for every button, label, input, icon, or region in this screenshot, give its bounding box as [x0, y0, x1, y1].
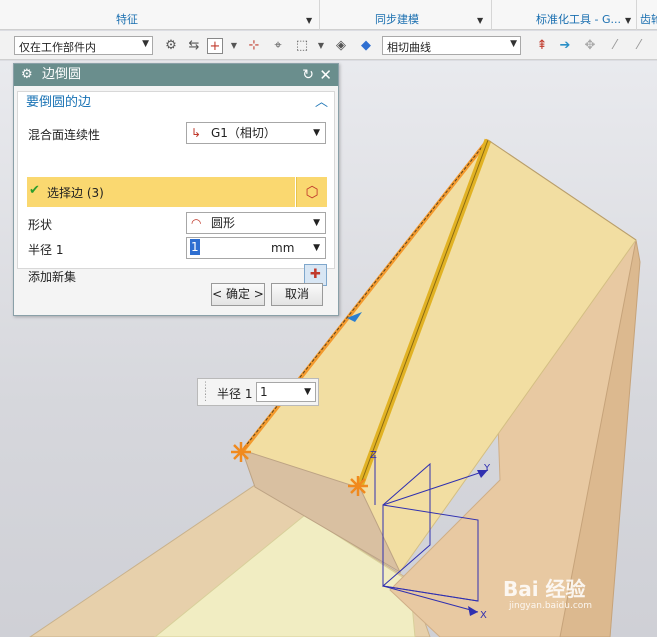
chevron-down-icon[interactable]: ▼ [304, 383, 311, 401]
baidu-watermark: Bai 经验 [503, 577, 586, 601]
axis-y-label: Y [483, 463, 491, 474]
axis-x-label: X [480, 610, 487, 621]
select-edge-button[interactable]: ⬡ [296, 177, 327, 207]
continuity-label: 混合面连续性 [28, 128, 101, 142]
edge-blend-dialog: ⚙ 边倒圆 ↻ ✕ 要倒圆的边 ︿ 混合面连续性 ↳ G1（相切） ▼ ✔ 选择… [13, 63, 339, 316]
chevron-up-icon[interactable]: ︿ [315, 92, 328, 114]
dialog-title-bar[interactable]: ⚙ 边倒圆 ↻ ✕ [14, 64, 338, 86]
ribbon-group-label: 齿轮 [640, 13, 657, 26]
ribbon-group-features[interactable]: 特征 ▼ [0, 0, 320, 30]
chevron-down-icon: ▼ [313, 218, 320, 228]
select-edge-label: 选择边 (3) [47, 186, 104, 200]
selection-toolbar: 仅在工作部件内 ▼ ⚙ ⇆ + ▼ ⊹ ⌖ ⬚ ▼ ◈ ◆ 相切曲线 ▼ ⇞ ➔… [0, 31, 657, 60]
point-on-curve-icon[interactable]: ⊹ [246, 38, 262, 54]
follow-fillet-icon[interactable]: ➔ [557, 38, 573, 54]
circular-shape-icon: ◠ [191, 216, 202, 230]
tangent-continuity-icon: ↳ [191, 126, 202, 140]
selection-scope-value: 仅在工作部件内 [19, 41, 96, 54]
radius-value: 1 [190, 239, 200, 255]
baidu-watermark-url: jingyan.baidu.com [509, 601, 593, 611]
shape-value: 圆形 [211, 216, 236, 230]
curve-rule-value: 相切曲线 [387, 41, 431, 54]
continuity-value: G1（相切） [211, 126, 276, 140]
reset-icon[interactable]: ↻ [302, 64, 314, 86]
float-radius-value: 1 [260, 385, 268, 399]
chevron-down-icon: ▼ [313, 128, 320, 138]
selection-scope-dropdown[interactable]: 仅在工作部件内 ▼ [14, 36, 153, 55]
chevron-down-icon[interactable]: ▼ [226, 38, 242, 54]
floating-radius-input: ⋮ ⋮ ⋮ 半径 1 1 ▼ [197, 378, 319, 406]
chevron-down-icon[interactable]: ▼ [313, 38, 329, 54]
shape-label: 形状 [28, 218, 53, 232]
cancel-button[interactable]: 取消 [271, 283, 323, 306]
shape-dropdown[interactable]: ◠ 圆形 ▼ [186, 212, 326, 234]
ribbon-group-label: 特征 [116, 13, 138, 26]
ribbon-group-standard-tools[interactable]: 标准化工具 - G... ▼ [492, 0, 637, 30]
ok-button[interactable]: < 确定 > [211, 283, 265, 306]
curve-rule-dropdown[interactable]: 相切曲线 ▼ [382, 36, 521, 55]
chevron-down-icon: ▼ [510, 39, 517, 49]
add-set-icon: ✚ [310, 267, 321, 282]
ribbon-group-label: 标准化工具 - G... [536, 13, 621, 26]
snap-icon[interactable]: ⇆ [186, 38, 202, 54]
axis-z-label: Z [370, 450, 377, 461]
ribbon-group-bar: 特征 ▼ 同步建模 ▼ 标准化工具 - G... ▼ 齿轮 [0, 0, 657, 30]
chevron-down-icon[interactable]: ▼ [313, 238, 320, 258]
drag-handle-icon[interactable]: ⋮ ⋮ ⋮ [201, 382, 210, 403]
edge-marker-asterisk [348, 476, 368, 496]
radius-unit: mm [271, 241, 295, 255]
continuity-dropdown[interactable]: ↳ G1（相切） ▼ [186, 122, 326, 144]
feature-curves-icon[interactable]: ✥ [582, 38, 598, 54]
section-title: 要倒圆的边 [26, 95, 92, 110]
gear-icon[interactable]: ⚙ [21, 64, 33, 86]
cube-icon[interactable]: ◆ [358, 38, 374, 54]
ribbon-group-sync-modeling[interactable]: 同步建模 ▼ [320, 0, 492, 30]
dialog-title: 边倒圆 [42, 67, 82, 82]
stop-at-intersection-icon[interactable]: ⇞ [534, 38, 550, 54]
chevron-down-icon[interactable]: ▼ [306, 16, 312, 25]
chevron-down-icon: ▼ [142, 39, 149, 49]
select-edge-row[interactable]: ✔ 选择边 (3) [27, 177, 295, 207]
radius-label: 半径 1 [28, 243, 64, 257]
ribbon-group-label: 同步建模 [375, 13, 419, 26]
checkmark-icon: ✔ [29, 183, 40, 198]
feature-point-icon[interactable]: + [207, 38, 223, 54]
radius-input[interactable]: 1 mm ▼ [186, 237, 326, 259]
close-icon[interactable]: ✕ [319, 64, 332, 86]
edge-marker-asterisk [231, 442, 251, 462]
cube-select-icon: ⬡ [305, 183, 319, 201]
section-header[interactable]: 要倒圆的边 ︿ [18, 92, 334, 114]
ribbon-group-gear[interactable]: 齿轮 [638, 0, 657, 30]
body-select-icon[interactable]: ◈ [333, 38, 349, 54]
float-radius-field[interactable]: 1 ▼ [256, 382, 316, 402]
assembly-filter-icon[interactable]: ⚙ [163, 38, 179, 54]
line-select-icon[interactable]: ⁄ [607, 38, 623, 54]
rectangle-select-icon[interactable]: ⬚ [294, 38, 310, 54]
float-radius-label: 半径 1 [217, 387, 253, 401]
arc-select-icon[interactable]: ⁄ [631, 38, 647, 54]
face-select-icon[interactable]: ⌖ [270, 38, 286, 54]
add-set-label: 添加新集 [28, 270, 77, 284]
chevron-down-icon[interactable]: ▼ [625, 16, 631, 25]
chevron-down-icon[interactable]: ▼ [477, 16, 483, 25]
edge-section: 要倒圆的边 ︿ 混合面连续性 ↳ G1（相切） ▼ ✔ 选择边 (3) ⬡ 形状… [17, 91, 335, 286]
